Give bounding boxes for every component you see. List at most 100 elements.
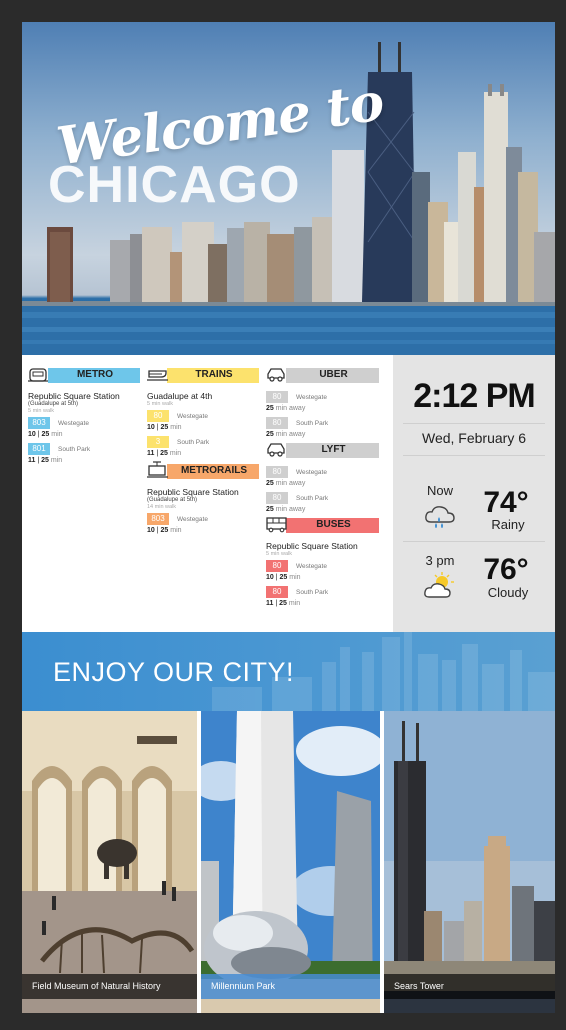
lyft-label: LYFT [321, 444, 346, 455]
metrorails-header: METRORAILS [147, 461, 259, 479]
route-number-badge: 80 [266, 417, 288, 429]
weather-now-label: Now [426, 483, 453, 498]
trains-route-2-times: 11 | 25 min [147, 450, 182, 457]
lyft-route-1-eta: 25 min away [266, 480, 379, 487]
weather-now-temp: 74° [483, 486, 529, 519]
route-number-badge: 80 [266, 586, 288, 598]
departure-time-2: 25 [279, 574, 288, 581]
departure-time-2: 25 [160, 450, 168, 457]
route-number-badge: 80 [266, 466, 288, 478]
time-unit: min [170, 424, 182, 431]
route-number-badge: 801 [28, 443, 50, 455]
metro-icon [28, 368, 48, 382]
metro-label: METRO [76, 369, 114, 380]
bus-icon [266, 517, 287, 533]
metro-column: METRO Republic Square Station (Guadalupe… [28, 355, 140, 464]
route-destination: South Park [296, 419, 329, 427]
weather-later-label: 3 pm [425, 553, 455, 568]
signage-frame: Welcome to CHICAGO METRO Republic Square… [22, 22, 555, 1013]
eta-unit: min away [275, 480, 306, 487]
metro-route-1-times: 10 | 25 min [28, 431, 63, 438]
route-destination: South Park [296, 494, 329, 502]
clock-weather-panel: 2:12 PM Wed, February 6 Now 74° Rainy 3 … [393, 355, 555, 632]
trains-walk: 5 min walk [147, 401, 173, 407]
attraction-card-field-museum[interactable]: Field Museum of Natural History [22, 711, 197, 1013]
time-unit: min [288, 600, 301, 607]
buses-route-1-times: 10 | 25 min [266, 574, 301, 581]
route-number-badge: 80 [266, 391, 288, 403]
metro-station: Republic Square Station [28, 391, 120, 401]
trains-label: TRAINS [195, 369, 233, 380]
route-destination: Westegate [58, 419, 89, 427]
current-time: 2:12 PM [413, 377, 536, 415]
trains-route-2: 3 South Park [147, 436, 259, 448]
city-heading: CHICAGO [48, 156, 301, 214]
metro-header: METRO [28, 367, 140, 383]
attraction-card-millennium-park[interactable]: Millennium Park [201, 711, 380, 1013]
attraction-caption: Field Museum of Natural History [22, 974, 197, 999]
departure-time-2: 25 [279, 600, 287, 607]
enjoy-banner: ENJOY OUR CITY! [22, 632, 555, 711]
metro-route-2: 801 South Park [28, 443, 140, 455]
car-icon [267, 443, 285, 457]
metrorails-station: Republic Square Station [147, 487, 239, 497]
lyft-route-2-eta: 25 min away [266, 506, 379, 513]
trains-header: TRAINS [147, 367, 259, 383]
lyft-route-2: 80 South Park [266, 492, 379, 504]
weather-later-desc: Cloudy [487, 585, 529, 600]
route-number-badge: 3 [147, 436, 169, 448]
eta-minutes: 25 [266, 405, 274, 412]
trains-column: TRAINS Guadalupe at 4th 5 min walk 80 We… [147, 355, 259, 534]
attraction-card-sears-tower[interactable]: Sears Tower [384, 711, 555, 1013]
departure-time-1: 10 [28, 431, 36, 438]
attraction-caption: Sears Tower [384, 974, 555, 999]
eta-unit: min away [275, 431, 306, 438]
metro-route-1: 803 Westegate [28, 417, 140, 429]
metrorail-icon [147, 461, 168, 478]
route-number-badge: 80 [266, 560, 288, 572]
metro-walk: 5 min walk [28, 408, 54, 414]
buses-walk: 5 min walk [266, 551, 292, 557]
weather-now-desc: Rainy [491, 517, 525, 532]
eta-minutes: 25 [266, 480, 274, 487]
buses-header: BUSES [266, 517, 379, 533]
hero-banner: Welcome to CHICAGO [22, 22, 555, 355]
time-unit: min [51, 431, 63, 438]
weather-later-temp: 76° [483, 553, 529, 586]
route-destination: South Park [296, 588, 329, 596]
divider [403, 541, 545, 542]
route-number-badge: 80 [147, 410, 169, 422]
car-icon [267, 368, 285, 382]
route-number-badge: 803 [147, 513, 169, 525]
departure-time-1: 11 [266, 600, 274, 607]
rideshare-column: UBER 80 Westegate 25 min away 80 South P… [266, 355, 379, 607]
metro-substation: (Guadalupe at 5th) [28, 401, 79, 407]
buses-label: BUSES [316, 519, 351, 530]
uber-route-1-eta: 25 min away [266, 405, 379, 412]
lyft-header: LYFT [266, 442, 379, 458]
buses-route-2-times: 11 | 25 min [266, 600, 301, 607]
trains-station: Guadalupe at 4th [147, 391, 213, 401]
eta-minutes: 25 [266, 506, 274, 513]
sears-tower-photo [384, 711, 555, 1013]
route-destination: South Park [177, 438, 210, 446]
time-unit: min [170, 527, 182, 534]
departure-time-2: 25 [41, 457, 49, 464]
millennium-park-photo [201, 711, 380, 1013]
departure-time-1: 11 [28, 457, 36, 464]
route-destination: Westegate [296, 393, 327, 401]
rain-cloud-icon [425, 506, 455, 528]
eta-minutes: 25 [266, 431, 274, 438]
departure-time-1: 10 [147, 527, 155, 534]
uber-header: UBER [266, 367, 379, 383]
uber-route-1: 80 Westegate [266, 391, 379, 403]
buses-route-2: 80 South Park [266, 586, 379, 598]
train-icon [147, 370, 168, 381]
departure-time-2: 25 [160, 424, 169, 431]
trains-route-1-times: 10 | 25 min [147, 424, 182, 431]
departure-time-1: 10 [147, 424, 155, 431]
sun-cloud-icon [424, 572, 454, 598]
metrorails-route-1: 803 Westegate [147, 513, 259, 525]
buses-route-1: 80 Westegate [266, 560, 379, 572]
transit-board: METRO Republic Square Station (Guadalupe… [22, 355, 393, 632]
